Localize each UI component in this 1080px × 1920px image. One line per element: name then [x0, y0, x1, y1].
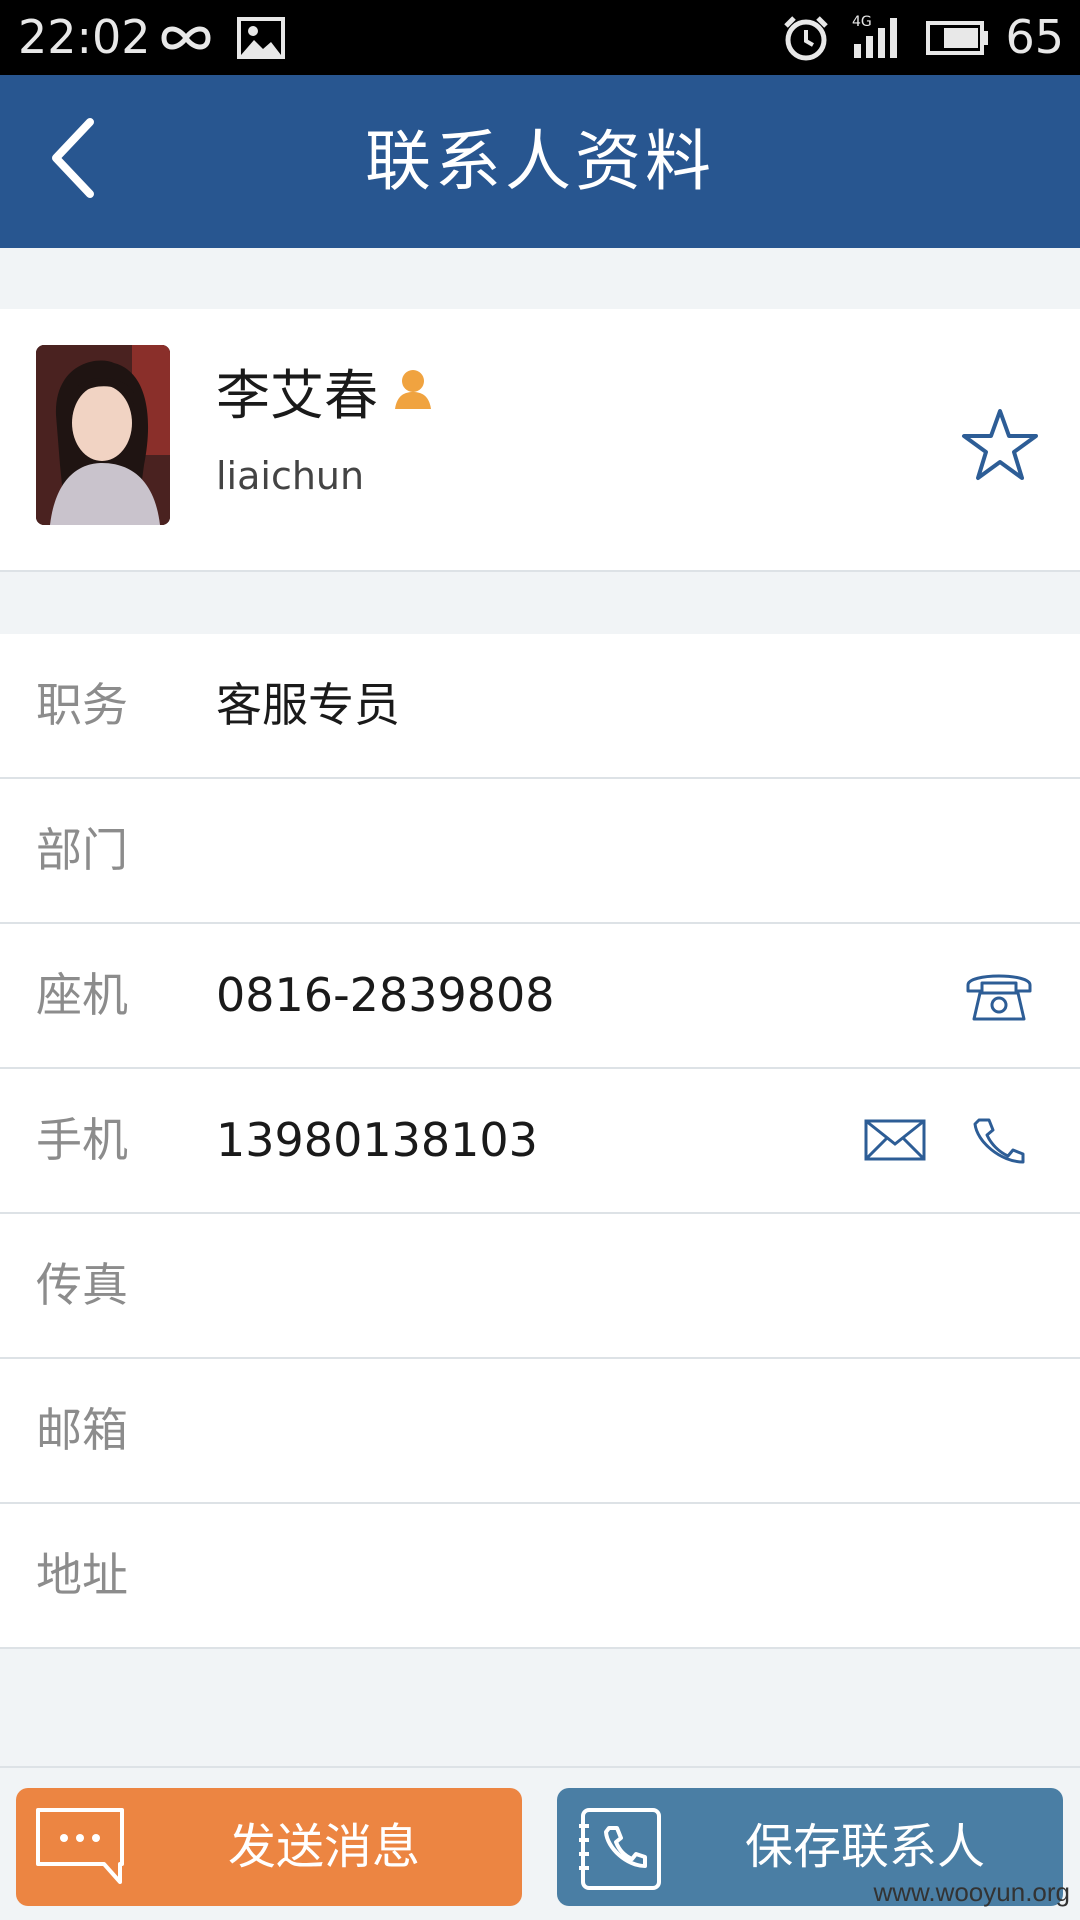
- bottom-action-bar: 发送消息 保存联系人 www.wooyun.org: [0, 1766, 1080, 1920]
- battery-level: 65: [1005, 10, 1064, 64]
- field-label: 座机: [36, 968, 128, 1022]
- person-icon: [393, 367, 433, 415]
- field-value: 13980138103: [216, 1113, 538, 1167]
- field-row-fax: 传真: [0, 1214, 1080, 1359]
- contact-username: liaichun: [216, 454, 365, 498]
- field-row-title: 职务 客服专员: [0, 634, 1080, 779]
- star-outline-icon: [960, 409, 1040, 489]
- sms-button[interactable]: [858, 1107, 932, 1177]
- field-label: 地址: [36, 1548, 128, 1602]
- favorite-button[interactable]: [960, 405, 1040, 485]
- battery-icon: [924, 20, 990, 60]
- infinity-icon: [156, 18, 216, 62]
- status-time: 22:02: [18, 10, 151, 64]
- status-bar: 22:02 4G 65: [0, 0, 1080, 75]
- alarm-icon: [782, 14, 830, 66]
- contact-info-list: 职务 客服专员 部门 座机 0816-2839808 手机 1398013810…: [0, 634, 1080, 1649]
- chat-bubble-icon: [34, 1806, 126, 1900]
- call-mobile-button[interactable]: [964, 1107, 1034, 1177]
- svg-text:4G: 4G: [852, 14, 872, 30]
- back-button[interactable]: [28, 115, 118, 205]
- field-row-email: 邮箱: [0, 1359, 1080, 1504]
- field-row-address: 地址: [0, 1504, 1080, 1649]
- field-row-department: 部门: [0, 779, 1080, 924]
- phone-icon: [971, 1116, 1027, 1168]
- field-label: 手机: [36, 1113, 128, 1167]
- field-label: 部门: [36, 823, 128, 877]
- field-label: 职务: [36, 678, 128, 732]
- image-icon: [236, 16, 286, 64]
- send-message-label: 发送消息: [228, 1819, 421, 1875]
- send-message-button[interactable]: 发送消息: [16, 1788, 522, 1906]
- page-title: 联系人资料: [365, 123, 715, 200]
- field-value: 客服专员: [216, 678, 400, 732]
- envelope-icon: [863, 1118, 927, 1166]
- chevron-left-icon: [48, 116, 98, 204]
- call-landline-button[interactable]: [962, 962, 1036, 1032]
- field-row-mobile: 手机 13980138103: [0, 1069, 1080, 1214]
- contact-book-icon: [575, 1806, 665, 1904]
- avatar[interactable]: [36, 345, 170, 525]
- watermark: www.wooyun.org: [873, 1877, 1070, 1907]
- profile-card: 李艾春 liaichun: [0, 309, 1080, 572]
- app-bar: 联系人资料: [0, 75, 1080, 248]
- field-label: 传真: [36, 1258, 128, 1312]
- telephone-icon: [964, 967, 1034, 1027]
- field-value: 0816-2839808: [216, 968, 555, 1022]
- signal-4g-icon: 4G: [850, 12, 908, 66]
- field-label: 邮箱: [36, 1403, 128, 1457]
- contact-name: 李艾春: [216, 364, 378, 427]
- field-row-landline: 座机 0816-2839808: [0, 924, 1080, 1069]
